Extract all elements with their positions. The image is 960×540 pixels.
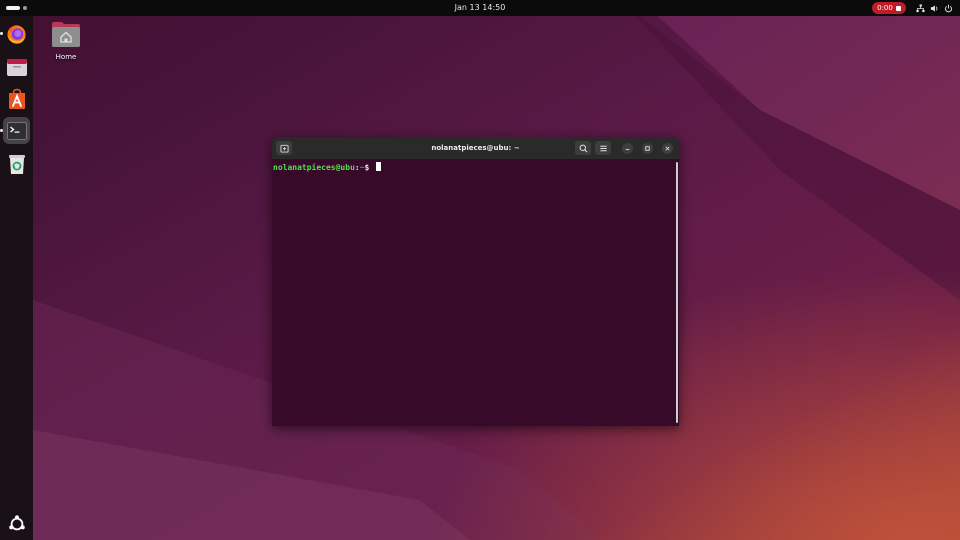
maximize-button[interactable] — [642, 143, 653, 154]
terminal-prompt: nolanatpieces@ubu:~$ — [273, 162, 382, 173]
dock-item-firefox[interactable] — [3, 21, 30, 48]
dock-item-terminal[interactable] — [3, 117, 30, 144]
workspace-indicator-active — [6, 6, 20, 10]
dock-item-trash[interactable] — [3, 150, 30, 177]
volume-icon[interactable] — [929, 3, 939, 13]
firefox-icon — [7, 25, 26, 44]
terminal-content[interactable]: nolanatpieces@ubu:~$ — [272, 160, 676, 426]
desktop-screen: Jan 13 14:50 0:00 Home nolanatpieces@ubu… — [0, 0, 960, 540]
show-apps-button[interactable] — [3, 510, 30, 537]
dock — [0, 16, 33, 540]
minimize-icon — [625, 148, 630, 150]
close-button[interactable] — [662, 143, 673, 154]
ubuntu-logo-icon — [8, 514, 25, 530]
desktop-icon-home[interactable]: Home — [46, 20, 86, 61]
app-center-icon — [8, 88, 25, 109]
minimize-button[interactable] — [622, 143, 633, 154]
terminal-title: nolanatpieces@ubu: ~ — [431, 144, 520, 152]
desktop-icon-label: Home — [55, 53, 77, 61]
workspace-indicator — [23, 6, 27, 10]
terminal-header-bar[interactable]: nolanatpieces@ubu: ~ — [272, 137, 679, 160]
search-icon — [579, 144, 587, 152]
dock-item-app-center[interactable] — [3, 85, 30, 112]
recording-timer: 0:00 — [877, 4, 893, 12]
home-folder-icon — [52, 22, 80, 47]
network-icon[interactable] — [915, 3, 925, 13]
clock[interactable]: Jan 13 14:50 — [455, 3, 506, 12]
running-indicator-terminal — [0, 129, 3, 132]
stop-icon — [895, 5, 901, 11]
terminal-icon — [6, 121, 27, 140]
trash-icon — [8, 154, 25, 174]
new-tab-button[interactable] — [276, 141, 292, 155]
power-icon[interactable] — [943, 3, 953, 13]
prompt-symbol: $ — [364, 163, 370, 172]
text-cursor — [376, 162, 382, 171]
files-icon — [6, 58, 27, 76]
new-tab-icon — [279, 144, 289, 153]
terminal-scrollbar[interactable] — [676, 162, 678, 423]
prompt-user-host: nolanatpieces@ubu — [273, 163, 355, 172]
top-bar: Jan 13 14:50 0:00 — [0, 0, 960, 16]
menu-button[interactable] — [595, 141, 611, 155]
dock-item-files[interactable] — [3, 53, 30, 80]
activities-button[interactable] — [6, 6, 27, 10]
terminal-window[interactable]: nolanatpieces@ubu: ~ nolanatpieces@ubu:~… — [272, 137, 679, 426]
close-icon — [665, 146, 670, 151]
screen-recording-indicator[interactable]: 0:00 — [872, 2, 906, 14]
menu-icon — [599, 145, 607, 151]
running-indicator-firefox — [0, 32, 3, 35]
search-button[interactable] — [575, 141, 591, 155]
maximize-icon — [645, 146, 650, 151]
